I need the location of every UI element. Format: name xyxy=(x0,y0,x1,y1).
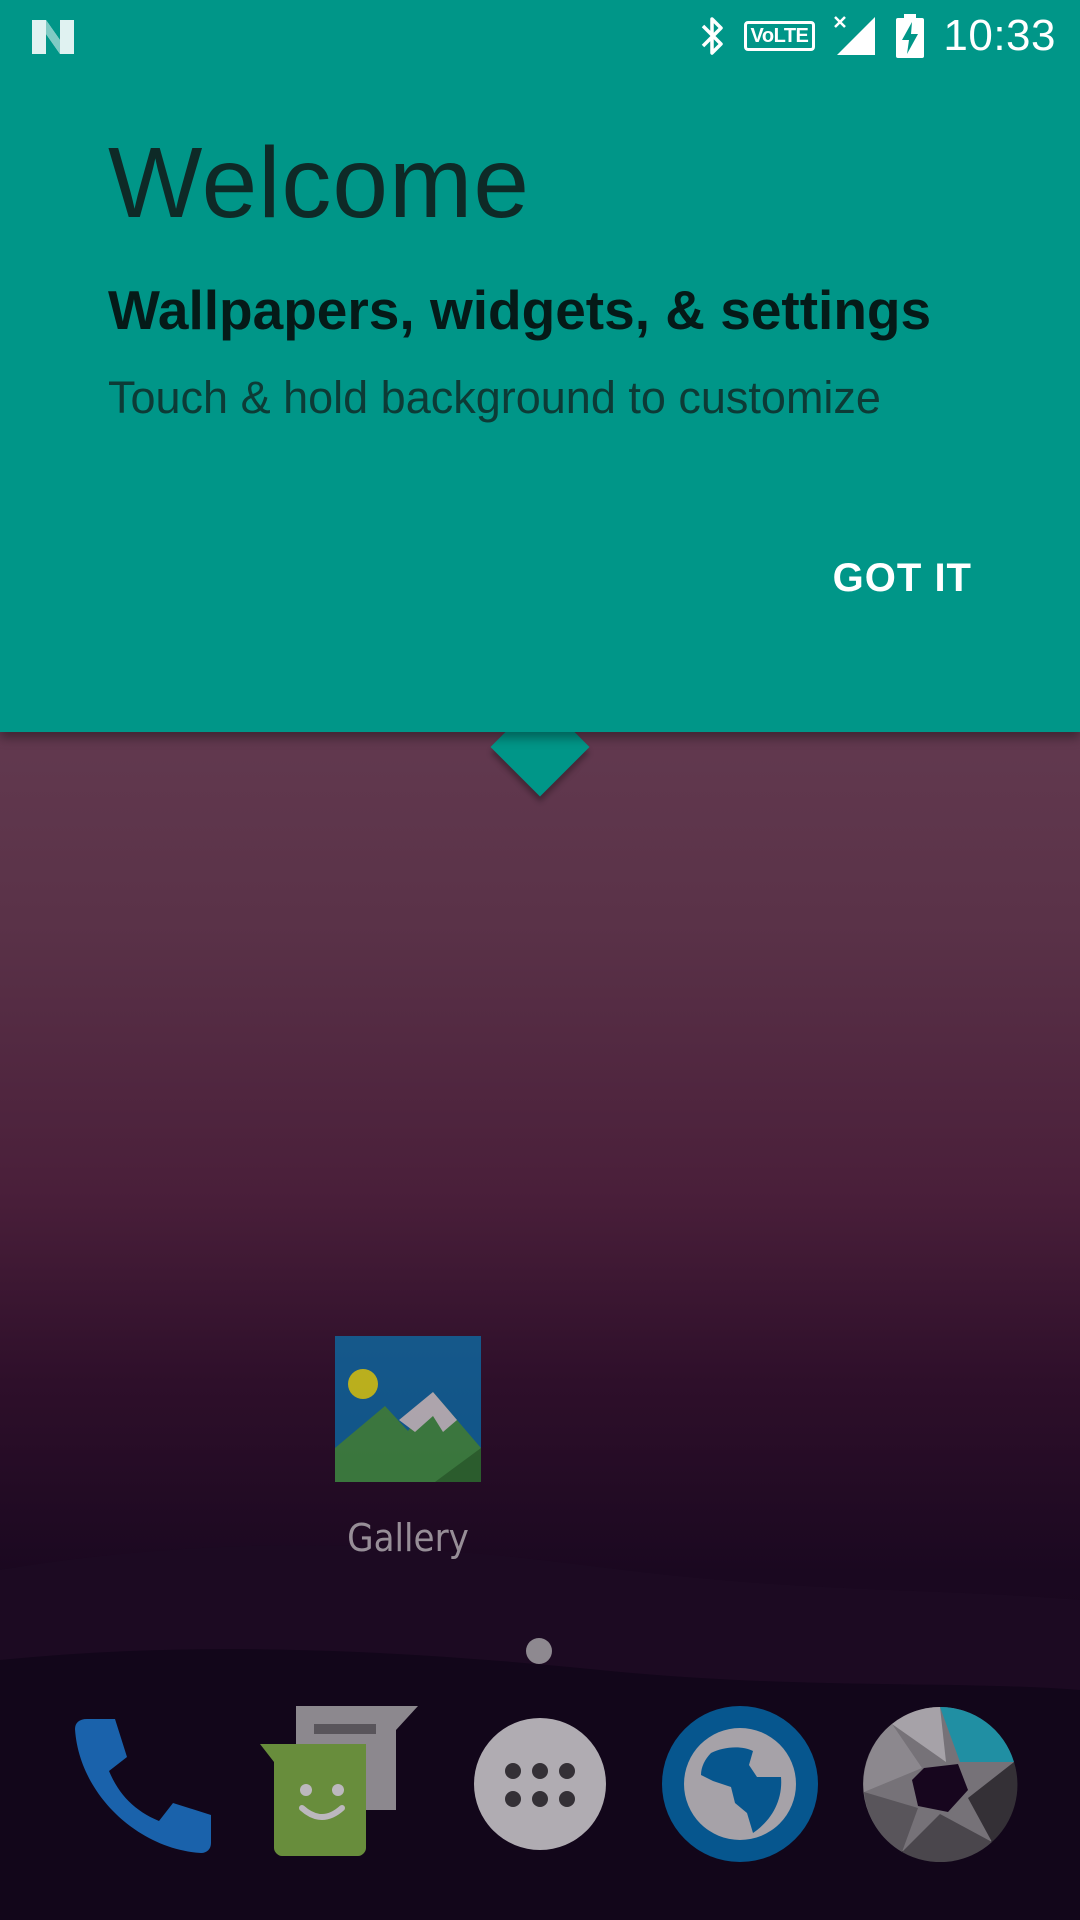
dock-browser[interactable] xyxy=(656,1700,824,1868)
messaging-icon xyxy=(260,1706,418,1856)
welcome-title: Welcome xyxy=(108,127,530,239)
gallery-label: Gallery xyxy=(347,1516,469,1560)
signal-no-data-icon xyxy=(833,15,877,57)
status-clock: 10:33 xyxy=(943,11,1056,60)
welcome-description: Touch & hold background to customize xyxy=(108,372,881,423)
welcome-card: Welcome Wallpapers, widgets, & settings … xyxy=(0,0,1080,732)
welcome-subtitle: Wallpapers, widgets, & settings xyxy=(108,279,932,341)
volte-icon: VoLTE xyxy=(743,21,816,51)
status-bar: VoLTE 10:33 xyxy=(0,0,1080,72)
got-it-button[interactable]: GOT IT xyxy=(833,556,972,601)
dock-messaging[interactable] xyxy=(256,1700,424,1868)
android-n-icon xyxy=(32,20,74,54)
bluetooth-icon xyxy=(700,15,726,57)
gallery-icon xyxy=(335,1336,481,1482)
dock xyxy=(0,1700,1080,1880)
camera-icon xyxy=(863,1706,1018,1862)
gallery-app-shortcut[interactable]: Gallery xyxy=(324,1330,492,1560)
browser-icon xyxy=(662,1706,818,1862)
battery-charging-icon xyxy=(895,13,925,59)
dock-all-apps[interactable] xyxy=(456,1700,624,1868)
all-apps-icon xyxy=(474,1718,606,1850)
dock-phone[interactable] xyxy=(58,1700,226,1868)
dock-camera[interactable] xyxy=(856,1700,1024,1868)
page-indicator-dot xyxy=(526,1638,552,1664)
phone-icon xyxy=(75,1719,211,1853)
